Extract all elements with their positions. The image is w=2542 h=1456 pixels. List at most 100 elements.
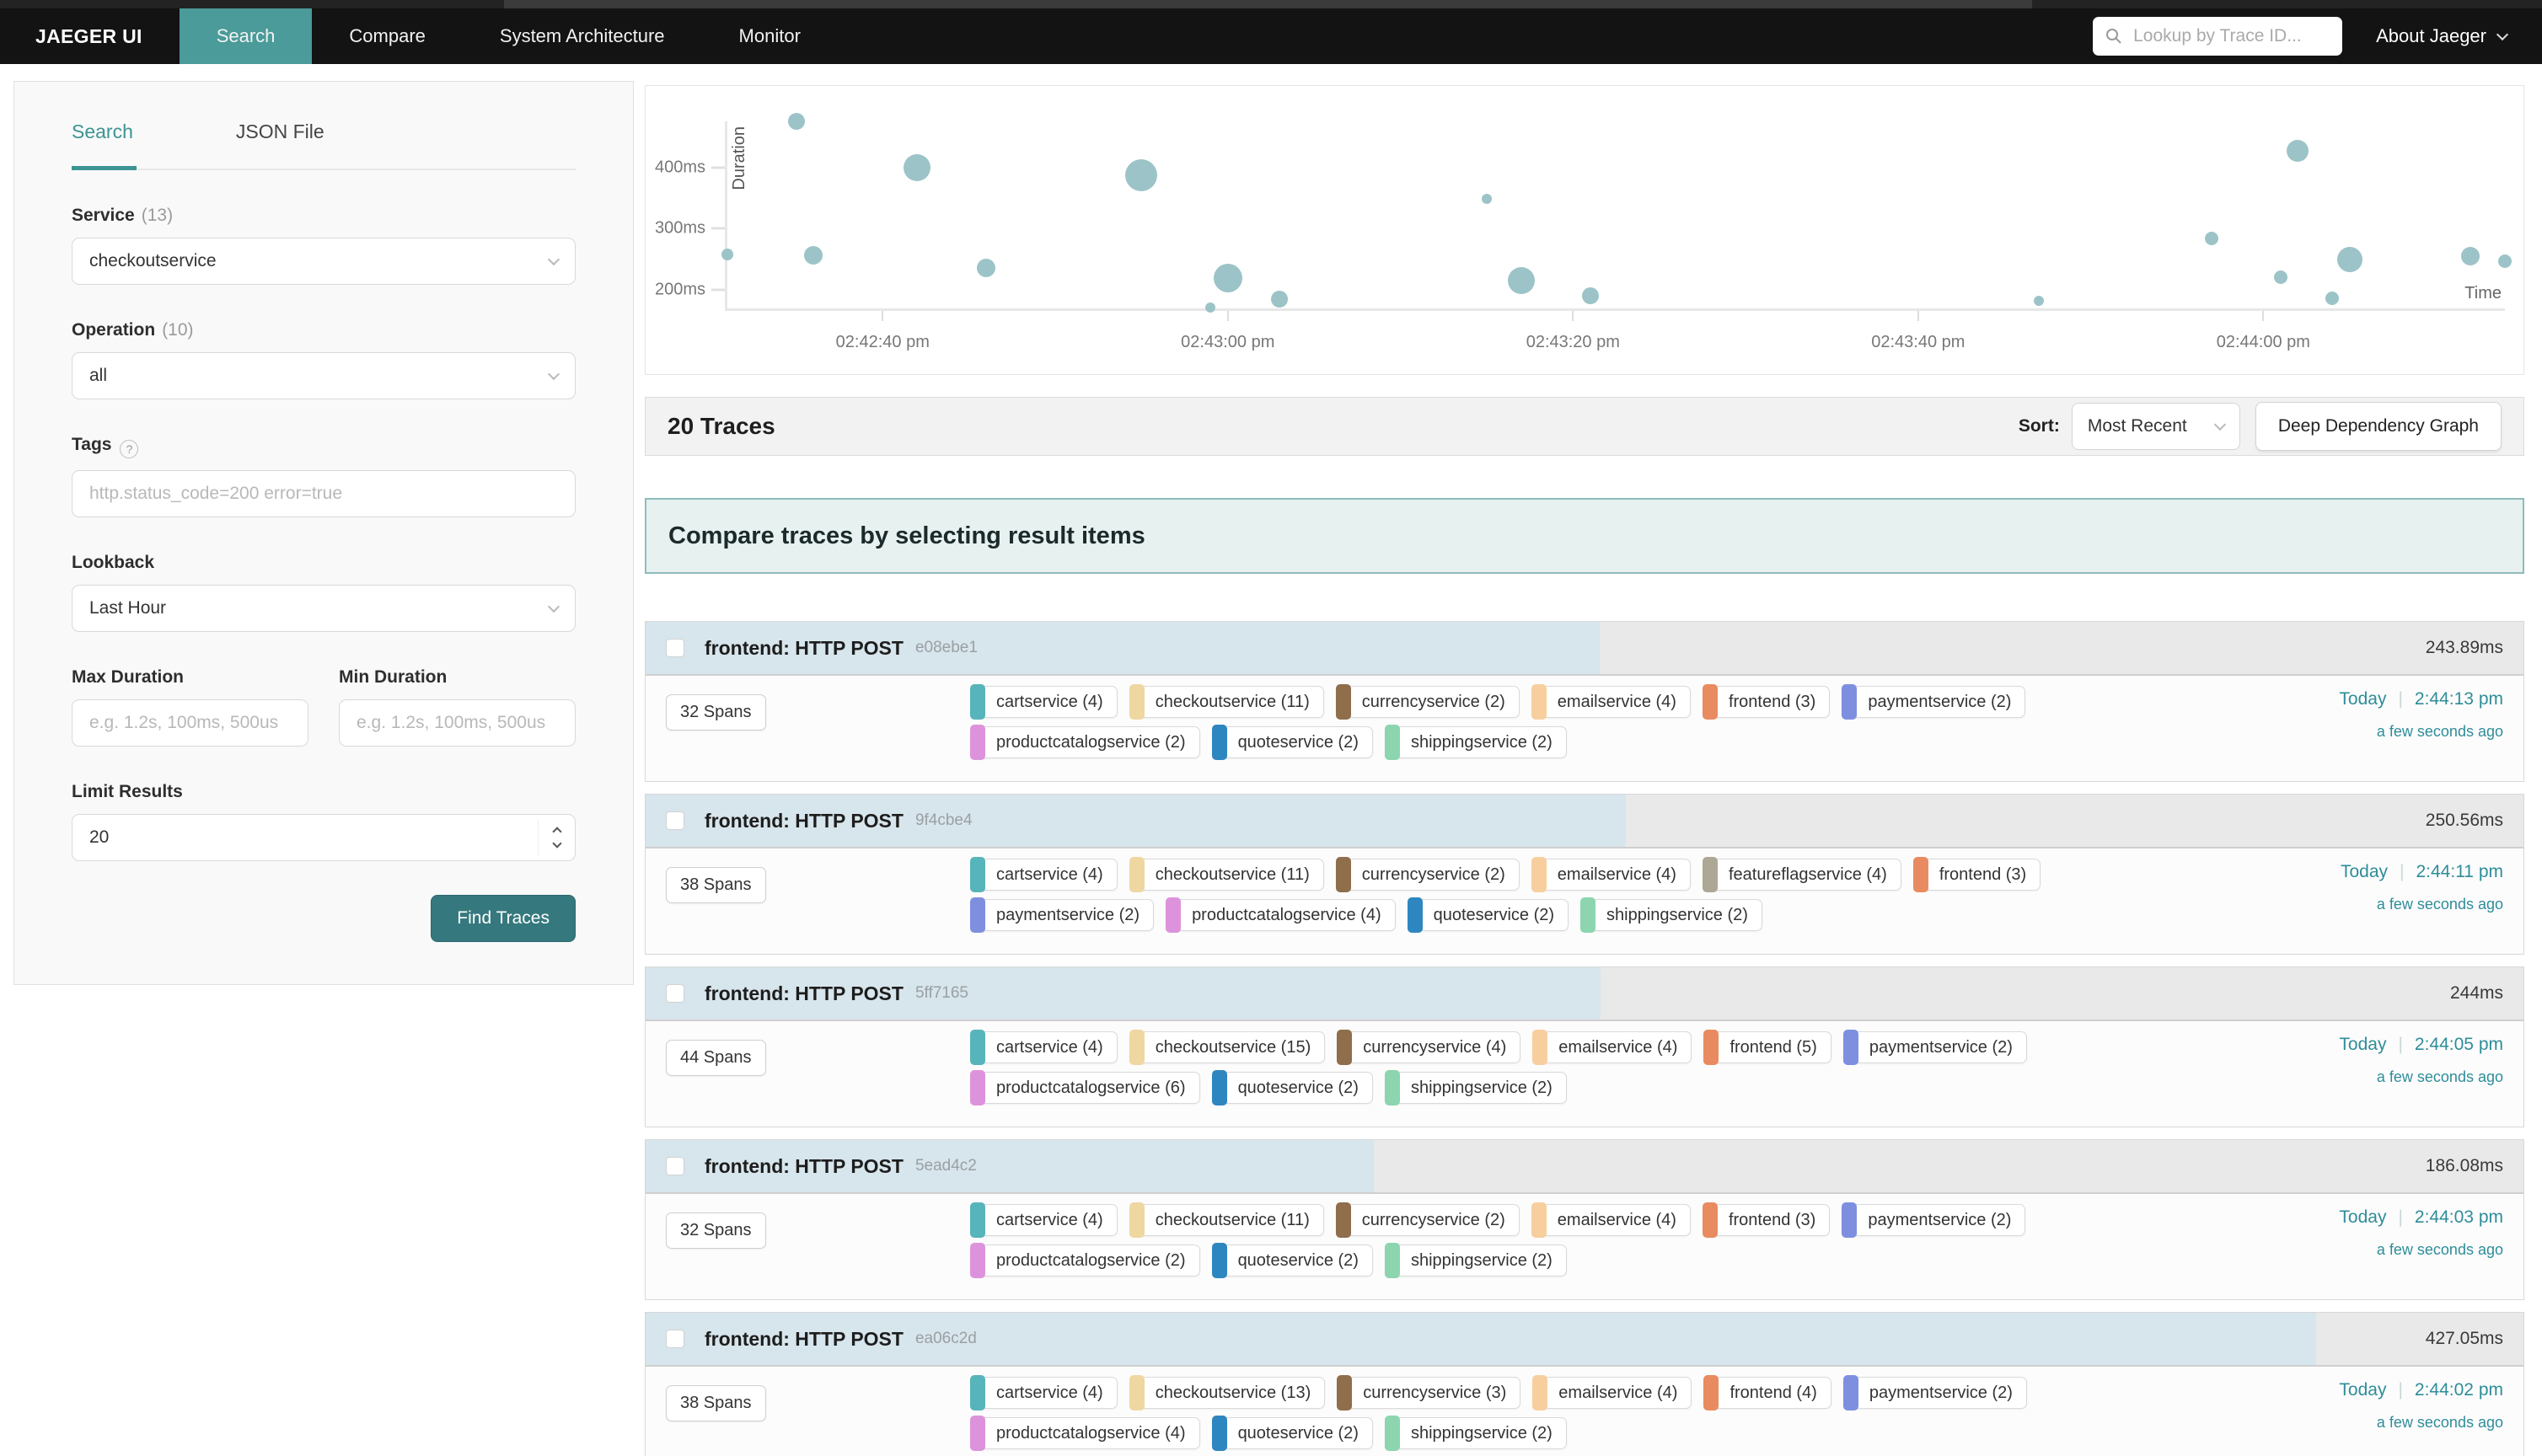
spinner-up-icon[interactable] <box>552 827 561 836</box>
trace-span-count[interactable]: 32 Spans <box>666 1212 766 1249</box>
trace-scatter-point[interactable] <box>804 246 823 265</box>
trace-span-count[interactable]: 32 Spans <box>666 694 766 731</box>
service-tag[interactable]: quoteservice (2) <box>1212 1417 1373 1449</box>
service-tag[interactable]: quoteservice (2) <box>1212 1245 1373 1277</box>
service-tag[interactable]: frontend (4) <box>1703 1377 1831 1409</box>
service-tag[interactable]: quoteservice (2) <box>1408 899 1569 931</box>
service-tag[interactable]: checkoutservice (11) <box>1129 686 1324 718</box>
trace-scatter-point[interactable] <box>904 154 930 181</box>
nav-tab-search[interactable]: Search <box>180 8 313 64</box>
trace-scatter-point[interactable] <box>977 259 995 277</box>
min-duration-input[interactable] <box>339 699 576 747</box>
service-tag[interactable]: currencyservice (2) <box>1336 859 1520 891</box>
service-tag[interactable]: shippingservice (2) <box>1385 726 1567 758</box>
tags-input[interactable] <box>72 470 576 517</box>
trace-scatter-point[interactable] <box>1508 267 1535 294</box>
service-tag[interactable]: cartservice (4) <box>970 859 1118 891</box>
service-tag[interactable]: paymentservice (2) <box>1843 1031 2027 1063</box>
service-tag[interactable]: emailservice (4) <box>1531 1204 1691 1236</box>
trace-scatter-point[interactable] <box>2325 292 2339 305</box>
service-tag[interactable]: paymentservice (2) <box>970 899 1154 931</box>
number-spinner[interactable] <box>538 820 575 855</box>
service-tag[interactable]: quoteservice (2) <box>1212 726 1373 758</box>
service-select[interactable]: checkoutservice <box>72 238 576 285</box>
trace-select-checkbox[interactable] <box>666 1330 684 1348</box>
max-duration-input[interactable] <box>72 699 308 747</box>
nav-tab-monitor[interactable]: Monitor <box>702 8 838 64</box>
trace-scatter-point[interactable] <box>2461 247 2480 265</box>
trace-scatter-point[interactable] <box>2337 247 2362 272</box>
service-tag[interactable]: cartservice (4) <box>970 1204 1118 1236</box>
sort-select[interactable]: Most Recent <box>2072 403 2240 450</box>
service-tag[interactable]: paymentservice (2) <box>1842 1204 2025 1236</box>
trace-scatter-point[interactable] <box>2034 296 2044 306</box>
service-tag[interactable]: frontend (3) <box>1703 1204 1830 1236</box>
trace-card-header[interactable]: frontend: HTTP POST e08ebe1 243.89ms <box>646 622 2523 676</box>
service-tag[interactable]: quoteservice (2) <box>1212 1072 1373 1104</box>
trace-card[interactable]: frontend: HTTP POST ea06c2d 427.05ms 38 … <box>645 1312 2524 1456</box>
trace-span-count[interactable]: 38 Spans <box>666 1385 766 1421</box>
service-tag[interactable]: shippingservice (2) <box>1385 1417 1567 1449</box>
service-tag[interactable]: cartservice (4) <box>970 1031 1118 1063</box>
service-tag[interactable]: frontend (3) <box>1703 686 1830 718</box>
trace-scatter-point[interactable] <box>1582 287 1599 304</box>
service-tag[interactable]: shippingservice (2) <box>1580 899 1762 931</box>
service-tag[interactable]: currencyservice (4) <box>1337 1031 1520 1063</box>
trace-scatter-point[interactable] <box>1482 194 1492 204</box>
tab-search[interactable]: Search <box>72 120 137 169</box>
trace-card[interactable]: frontend: HTTP POST 5ead4c2 186.08ms 32 … <box>645 1139 2524 1300</box>
trace-card-header[interactable]: frontend: HTTP POST ea06c2d 427.05ms <box>646 1313 2523 1367</box>
trace-span-count[interactable]: 44 Spans <box>666 1040 766 1076</box>
trace-span-count[interactable]: 38 Spans <box>666 867 766 903</box>
trace-scatter-point[interactable] <box>721 249 733 260</box>
service-tag[interactable]: productcatalogservice (4) <box>970 1417 1200 1449</box>
service-tag[interactable]: emailservice (4) <box>1531 859 1691 891</box>
nav-tab-compare[interactable]: Compare <box>312 8 462 64</box>
service-tag[interactable]: checkoutservice (13) <box>1129 1377 1326 1409</box>
deep-dependency-graph-button[interactable]: Deep Dependency Graph <box>2255 402 2502 451</box>
service-tag[interactable]: paymentservice (2) <box>1843 1377 2027 1409</box>
trace-scatter-point[interactable] <box>2498 254 2512 268</box>
help-icon[interactable]: ? <box>120 440 138 458</box>
service-tag[interactable]: emailservice (4) <box>1531 686 1691 718</box>
trace-card-header[interactable]: frontend: HTTP POST 9f4cbe4 250.56ms <box>646 795 2523 848</box>
service-tag[interactable]: shippingservice (2) <box>1385 1072 1567 1104</box>
trace-scatter-point[interactable] <box>1271 291 1288 308</box>
find-traces-button[interactable]: Find Traces <box>431 895 576 942</box>
trace-scatter-point[interactable] <box>788 113 805 130</box>
trace-card[interactable]: frontend: HTTP POST e08ebe1 243.89ms 32 … <box>645 621 2524 782</box>
service-tag[interactable]: checkoutservice (15) <box>1129 1031 1326 1063</box>
trace-select-checkbox[interactable] <box>666 1157 684 1175</box>
trace-scatter-point[interactable] <box>1214 264 1242 292</box>
service-tag[interactable]: checkoutservice (11) <box>1129 859 1324 891</box>
service-tag[interactable]: emailservice (4) <box>1532 1377 1692 1409</box>
service-tag[interactable]: currencyservice (2) <box>1336 686 1520 718</box>
trace-scatter-point[interactable] <box>2287 140 2309 162</box>
service-tag[interactable]: frontend (5) <box>1703 1031 1831 1063</box>
trace-card-header[interactable]: frontend: HTTP POST 5ead4c2 186.08ms <box>646 1140 2523 1194</box>
service-tag[interactable]: shippingservice (2) <box>1385 1245 1567 1277</box>
trace-id-input[interactable] <box>2132 25 2330 47</box>
service-tag[interactable]: productcatalogservice (6) <box>970 1072 1200 1104</box>
spinner-down-icon[interactable] <box>552 838 561 848</box>
service-tag[interactable]: productcatalogservice (2) <box>970 726 1200 758</box>
service-tag[interactable]: emailservice (4) <box>1532 1031 1692 1063</box>
trace-id-lookup[interactable] <box>2093 17 2342 56</box>
nav-tab-system-architecture[interactable]: System Architecture <box>463 8 702 64</box>
service-tag[interactable]: cartservice (4) <box>970 1377 1118 1409</box>
service-tag[interactable]: featureflagservice (4) <box>1703 859 1901 891</box>
about-jaeger-menu[interactable]: About Jaeger <box>2376 25 2507 47</box>
trace-scatter-point[interactable] <box>1205 302 1215 313</box>
trace-select-checkbox[interactable] <box>666 639 684 657</box>
trace-scatter-point[interactable] <box>1125 159 1157 191</box>
trace-scatter-point[interactable] <box>2274 270 2287 284</box>
tab-json-file[interactable]: JSON File <box>236 120 328 169</box>
service-tag[interactable]: checkoutservice (11) <box>1129 1204 1324 1236</box>
trace-select-checkbox[interactable] <box>666 811 684 830</box>
operation-select[interactable]: all <box>72 352 576 399</box>
service-tag[interactable]: currencyservice (3) <box>1337 1377 1520 1409</box>
lookback-select[interactable]: Last Hour <box>72 585 576 632</box>
service-tag[interactable]: currencyservice (2) <box>1336 1204 1520 1236</box>
service-tag[interactable]: frontend (3) <box>1913 859 2041 891</box>
service-tag[interactable]: productcatalogservice (4) <box>1166 899 1396 931</box>
